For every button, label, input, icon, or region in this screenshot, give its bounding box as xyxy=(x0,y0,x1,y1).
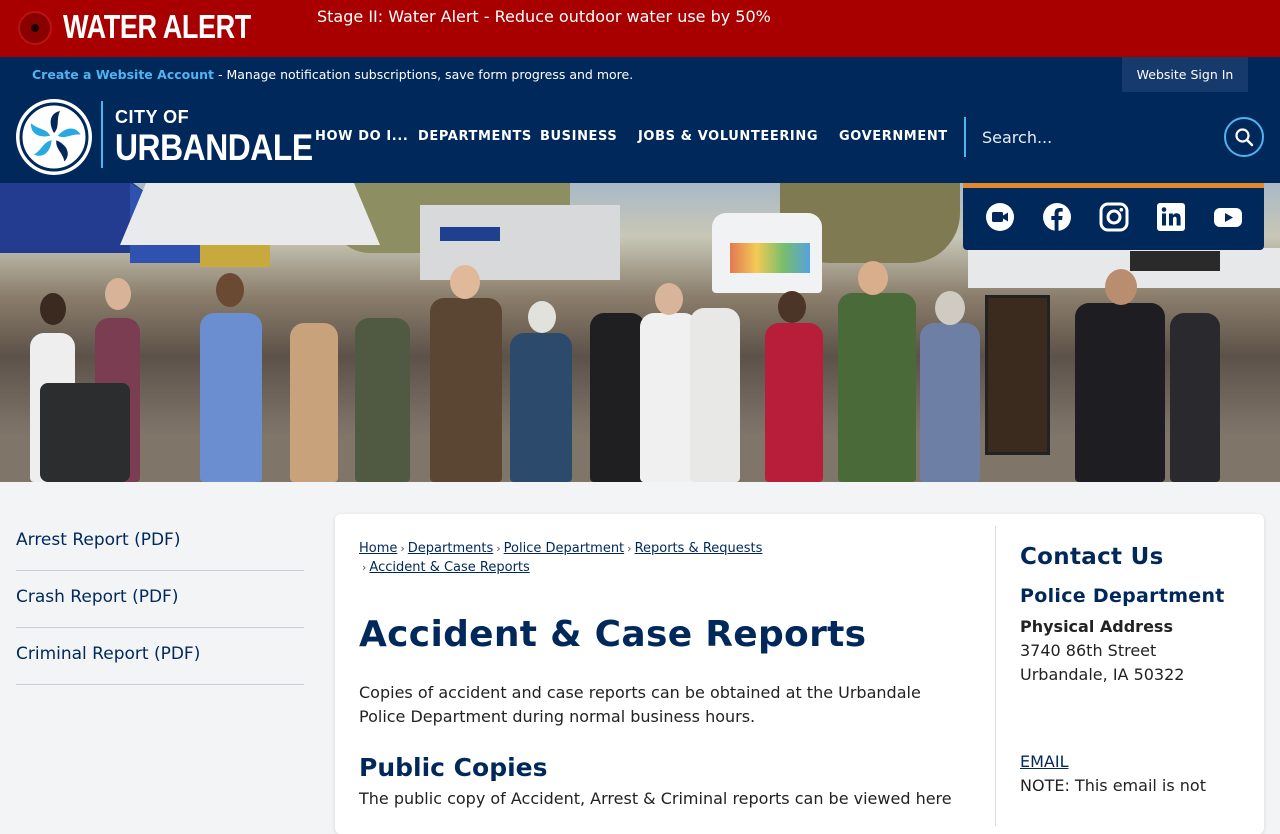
breadcrumb: Home › Departments › Police Department › Repor… xyxy=(359,539,799,577)
section-paragraph: The public copy of Accident, Arrest & Cr… xyxy=(359,789,952,808)
breadcrumb-reports-requests[interactable]: Reports & Requests xyxy=(635,541,763,556)
address-line-1: 3740 86th Street xyxy=(1020,641,1157,660)
instagram-icon[interactable] xyxy=(1099,202,1129,232)
sidebar-item-criminal-report[interactable]: Criminal Report (PDF) xyxy=(16,628,304,685)
nav-business[interactable]: BUSINESS xyxy=(540,129,617,144)
address-line-2: Urbandale, IA 50322 xyxy=(1020,665,1185,684)
city-logo-icon[interactable] xyxy=(16,99,92,175)
video-camera-icon[interactable] xyxy=(985,202,1015,232)
address-label: Physical Address xyxy=(1020,617,1173,636)
content-card: Home › Departments › Police Department › Repor… xyxy=(335,514,1264,834)
alert-icon xyxy=(18,11,52,45)
email-link[interactable]: EMAIL xyxy=(1020,752,1069,771)
sidebar-item-crash-report[interactable]: Crash Report (PDF) xyxy=(16,571,304,628)
nav-how-do-i[interactable]: HOW DO I... xyxy=(315,129,408,144)
search-icon xyxy=(1235,128,1254,147)
nav-departments[interactable]: DEPARTMENTS xyxy=(418,129,532,144)
sidebar-nav: Arrest Report (PDF) Crash Report (PDF) C… xyxy=(16,514,304,685)
account-bar: Create a Website Account - Manage notifi… xyxy=(0,57,1280,93)
create-account-link[interactable]: Create a Website Account xyxy=(32,67,214,82)
nav-government[interactable]: GOVERNMENT xyxy=(839,129,948,144)
website-sign-in-button[interactable]: Website Sign In xyxy=(1122,57,1248,92)
linkedin-icon[interactable] xyxy=(1156,202,1186,232)
site-header: CITY OF URBANDALE HOW DO I... DEPARTMENT… xyxy=(0,93,1280,183)
logo-city-name[interactable]: URBANDALE xyxy=(115,127,313,169)
breadcrumb-separator-icon: › xyxy=(400,542,405,555)
account-bar-description: - Manage notification subscriptions, sav… xyxy=(214,67,634,82)
email-note: NOTE: This email is not xyxy=(1020,776,1206,795)
water-alert-banner: WATER ALERT Stage II: Water Alert - Redu… xyxy=(0,0,1280,57)
breadcrumb-police-department[interactable]: Police Department xyxy=(504,541,625,556)
search-divider xyxy=(964,117,966,157)
nav-jobs-volunteering[interactable]: JOBS & VOLUNTEERING xyxy=(638,129,818,144)
account-bar-text: Create a Website Account - Manage notifi… xyxy=(32,67,633,82)
search-input[interactable] xyxy=(972,117,1212,157)
search-button[interactable] xyxy=(1224,117,1264,157)
logo-city-of: CITY OF xyxy=(115,107,190,127)
alert-message-link[interactable]: Stage II: Water Alert - Reduce outdoor w… xyxy=(317,7,771,26)
page-title: Accident & Case Reports xyxy=(359,614,867,655)
alert-title: WATER ALERT xyxy=(63,8,251,45)
social-media-bar xyxy=(963,183,1264,250)
breadcrumb-separator-icon: › xyxy=(362,561,367,574)
sidebar-item-arrest-report[interactable]: Arrest Report (PDF) xyxy=(16,514,304,571)
breadcrumb-separator-icon: › xyxy=(627,542,632,555)
section-heading: Public Copies xyxy=(359,753,548,782)
intro-paragraph: Copies of accident and case reports can … xyxy=(359,683,921,726)
logo-divider xyxy=(101,101,103,168)
contact-department: Police Department xyxy=(1020,585,1225,607)
breadcrumb-separator-icon: › xyxy=(496,542,501,555)
contact-heading: Contact Us xyxy=(1020,544,1164,570)
breadcrumb-home[interactable]: Home xyxy=(359,541,397,556)
youtube-icon[interactable] xyxy=(1213,202,1243,232)
breadcrumb-departments[interactable]: Departments xyxy=(408,541,493,556)
facebook-icon[interactable] xyxy=(1042,202,1072,232)
column-divider xyxy=(995,526,996,826)
breadcrumb-current-page[interactable]: Accident & Case Reports xyxy=(369,560,529,575)
